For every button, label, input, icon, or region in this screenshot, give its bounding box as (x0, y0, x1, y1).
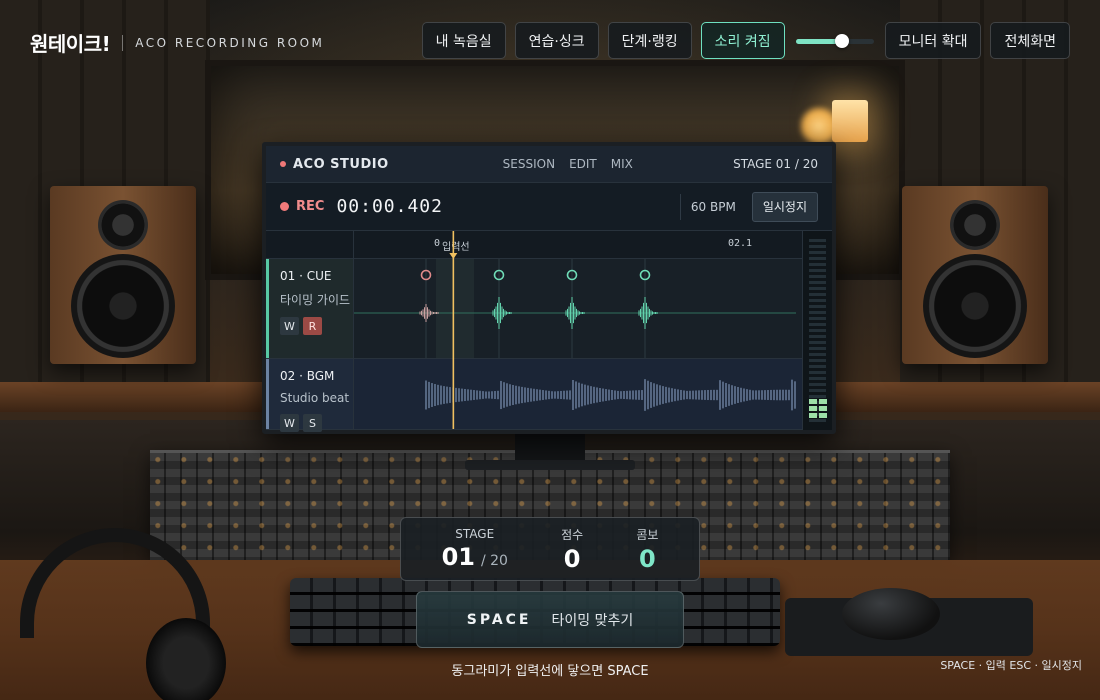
stage-total: / 20 (480, 553, 508, 569)
track-header-cue: 01 · CUE 타이밍 가이드 W R (266, 259, 354, 358)
meter-lit-segment (819, 413, 827, 418)
combo-value: 0 (639, 544, 656, 573)
right-speaker (902, 186, 1048, 364)
practice-sync-button[interactable]: 연습·싱크 (514, 22, 599, 59)
transport-bar: REC 00:00.402 60 BPM 일시정지 (266, 183, 832, 231)
track-description: Studio beat (280, 391, 350, 405)
rec-dot-icon (280, 202, 289, 211)
stage-stat: STAGE 01 / 20 (442, 527, 508, 571)
monitor-stand-base (465, 460, 635, 470)
combo-label: 콤보 (636, 527, 659, 542)
monitor-zoom-button[interactable]: 모니터 확대 (884, 22, 982, 59)
space-key-label: SPACE (466, 611, 532, 628)
daw-menu: SESSION EDIT MIX (503, 157, 633, 171)
menu-session[interactable]: SESSION (503, 157, 555, 171)
my-studio-button[interactable]: 내 녹음실 (421, 22, 506, 59)
track-description: 타이밍 가이드 (280, 293, 351, 307)
menu-edit[interactable]: EDIT (569, 157, 597, 171)
track-row-cue[interactable]: 01 · CUE 타이밍 가이드 W R (266, 259, 832, 359)
timing-button[interactable]: SPACE 타이밍 맞추기 (416, 591, 684, 648)
stage-indicator: STAGE 01 / 20 (733, 157, 818, 171)
cue-lane (354, 259, 802, 358)
bgm-waveform (425, 379, 796, 411)
mouse (842, 588, 940, 640)
daw-header: ACO STUDIO SESSION EDIT MIX STAGE 01 / 2… (266, 146, 832, 183)
track-solo-button[interactable]: S (303, 414, 322, 432)
rec-label: REC (296, 199, 325, 214)
stage-label: STAGE (455, 527, 495, 541)
score-label: 점수 (561, 527, 584, 542)
score-panel: STAGE 01 / 20 점수 0 콤보 0 (400, 517, 700, 581)
studio-status-dot (280, 161, 286, 167)
meter-lit-segment (819, 406, 827, 411)
track-list: 01 · CUE 타이밍 가이드 W R 02 · BGM Studio bea… (266, 259, 832, 432)
brand-divider (122, 34, 124, 51)
volume-slider[interactable] (795, 31, 874, 51)
brand-name: 원테이크! (30, 32, 111, 56)
keyboard-shortcuts: SPACE · 입력 ESC · 일시정지 (940, 659, 1082, 672)
score-value: 0 (563, 544, 581, 573)
cue-waveform (354, 259, 796, 358)
stage-value: 01 (441, 543, 475, 571)
meter-lit-segment (809, 413, 817, 418)
track-row-bgm[interactable]: 02 · BGM Studio beat W S (266, 359, 832, 432)
combo-stat: 콤보 0 (636, 526, 658, 573)
sound-toggle-button[interactable]: 소리 켜짐 (700, 22, 785, 59)
ruler-end-label: 02.1 (728, 238, 753, 249)
fullscreen-button[interactable]: 전체화면 (990, 22, 1070, 59)
meter-segments (809, 239, 826, 422)
timecode: 00:00.402 (336, 196, 443, 217)
bpm-readout: 60 BPM (679, 193, 736, 220)
brand-subtitle: ACO RECORDING ROOM (135, 35, 325, 50)
meter-lit-segment (819, 399, 827, 404)
input-line-label: 입력선 (442, 242, 470, 253)
studio-name: ACO STUDIO (293, 156, 389, 172)
ruler-start-label: 0 (434, 238, 441, 249)
volume-knob[interactable] (835, 33, 850, 48)
meter-lit-segment (809, 399, 817, 404)
pause-button[interactable]: 일시정지 (751, 191, 818, 222)
timing-action-label: 타이밍 맞추기 (551, 612, 634, 629)
track-header-bgm: 02 · BGM Studio beat W S (266, 359, 354, 432)
stage-ranking-button[interactable]: 단계·랭킹 (607, 22, 692, 59)
track-write-button[interactable]: W (280, 317, 299, 335)
lamp (832, 100, 868, 142)
left-speaker (50, 186, 196, 364)
instruction-hint: 동그라미가 입력선에 닿으면 SPACE (451, 664, 649, 679)
track-name: 02 · BGM (280, 369, 335, 383)
level-meter (802, 231, 832, 430)
score-stat: 점수 0 (561, 526, 583, 573)
menu-mix[interactable]: MIX (611, 157, 633, 171)
track-write-button[interactable]: W (280, 414, 299, 432)
input-window (436, 259, 474, 358)
daw-monitor: ACO STUDIO SESSION EDIT MIX STAGE 01 / 2… (262, 142, 836, 434)
timeline-ruler: 0 입력선 02.1 (266, 231, 832, 259)
bgm-lane (354, 359, 802, 429)
brand: 원테이크! ACO RECORDING ROOM (30, 28, 324, 57)
track-name: 01 · CUE (280, 269, 332, 283)
meter-lit-segment (809, 406, 817, 411)
top-nav: 내 녹음실 연습·싱크 단계·랭킹 소리 켜짐 모니터 확대 전체화면 (421, 22, 1070, 59)
track-record-button[interactable]: R (303, 317, 322, 335)
ruler-header (266, 231, 354, 259)
